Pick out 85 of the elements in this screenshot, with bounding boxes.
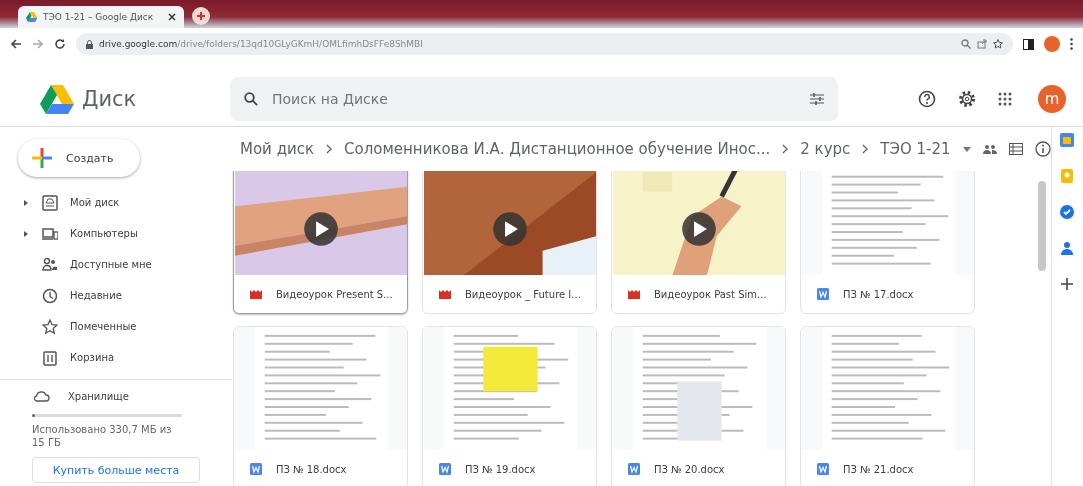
people-icon[interactable] <box>982 144 997 154</box>
clock-icon <box>42 287 58 304</box>
filter-icon[interactable] <box>810 92 824 106</box>
sidebar-item[interactable]: Доступные мне <box>0 249 230 280</box>
sidebar-item[interactable]: Помеченные <box>0 311 230 342</box>
settings-icon[interactable] <box>958 90 976 108</box>
file-name: Видеоурок Past Sim... <box>654 288 767 300</box>
lock-icon <box>86 39 93 49</box>
file-card[interactable]: ПЗ № 21.docx <box>800 326 975 486</box>
back-icon[interactable] <box>10 38 22 50</box>
expand-arrow-icon[interactable] <box>24 230 28 237</box>
chevron-icon <box>782 144 789 154</box>
file-name: ПЗ № 17.docx <box>843 288 914 300</box>
breadcrumb[interactable]: ТЭО 1-21 <box>880 140 951 158</box>
expand-arrow-icon[interactable] <box>24 199 28 206</box>
storage-label: Хранилище <box>68 390 129 402</box>
word-file-icon <box>439 463 451 476</box>
browser-tab[interactable]: ТЭО 1-21 – Google Диск <box>18 6 184 28</box>
file-name: ПЗ № 21.docx <box>843 463 914 475</box>
list-view-icon[interactable] <box>1008 143 1023 155</box>
search-field[interactable]: Поиск на Диске <box>230 77 838 121</box>
file-name: ПЗ № 18.docx <box>276 463 347 475</box>
drive-logo-icon <box>40 84 74 114</box>
app-name: Диск <box>82 87 137 111</box>
drive-icon <box>42 194 58 211</box>
apps-icon[interactable] <box>998 92 1012 106</box>
buy-storage-button[interactable]: Купить больше места <box>32 457 200 483</box>
chevron-icon <box>326 144 333 154</box>
word-file-icon <box>250 463 262 476</box>
sidebar-item[interactable]: Корзина <box>0 342 230 373</box>
url-text: drive.google.com/drive/folders/13qd10GLyGKmH/OMLfimhDsFFe8ShMBI <box>99 39 423 49</box>
file-card[interactable]: ПЗ № 19.docx <box>422 326 597 486</box>
star-icon[interactable] <box>993 39 1003 49</box>
search-icon <box>244 92 258 106</box>
breadcrumb[interactable]: Соломенникова И.А. Дистанционное обучение Инос... <box>344 140 771 158</box>
file-card[interactable]: ПЗ № 17.docx <box>800 171 975 314</box>
reload-icon[interactable] <box>54 38 66 50</box>
file-name: ПЗ № 20.docx <box>654 463 725 475</box>
drive-logo-icon <box>26 12 37 22</box>
info-icon[interactable] <box>1034 141 1051 157</box>
trash-icon <box>42 349 58 366</box>
tasks-icon[interactable] <box>1060 205 1075 219</box>
breadcrumb[interactable]: 2 курс <box>800 140 851 158</box>
share-icon[interactable] <box>977 39 987 49</box>
sidebar-item[interactable]: Компьютеры <box>0 218 230 249</box>
create-button[interactable]: Создать <box>18 139 140 177</box>
sidebar-item[interactable]: Мой диск <box>0 187 230 218</box>
word-file-icon <box>817 463 829 476</box>
file-card[interactable]: ПЗ № 20.docx <box>611 326 786 486</box>
file-name: ПЗ № 19.docx <box>465 463 536 475</box>
plus-icon <box>32 148 52 168</box>
chevron-icon <box>862 144 869 154</box>
file-card[interactable]: Видеоурок _ Future I... <box>422 171 597 314</box>
search-input[interactable]: Поиск на Диске <box>270 90 798 108</box>
file-card[interactable]: Видеоурок Present S... <box>233 171 408 314</box>
cloud-icon <box>32 390 50 402</box>
address-bar[interactable]: drive.google.com/drive/folders/13qd10GLyGKmH/OMLfimhDsFFe8ShMBI <box>76 33 1013 55</box>
zoom-icon[interactable] <box>961 39 971 49</box>
star-icon <box>42 318 58 335</box>
scrollbar[interactable] <box>1037 181 1046 271</box>
sidebar-item[interactable]: Недавние <box>0 280 230 311</box>
video-file-icon <box>250 289 262 300</box>
video-file-icon <box>439 289 451 300</box>
word-file-icon <box>817 288 829 301</box>
computer-icon <box>42 225 58 242</box>
file-name: Видеоурок Present S... <box>276 288 393 300</box>
add-icon[interactable] <box>1060 277 1075 291</box>
help-icon[interactable] <box>918 90 936 108</box>
profile-avatar[interactable] <box>1044 36 1060 52</box>
video-file-icon <box>628 289 640 300</box>
plus-icon <box>196 11 206 21</box>
storage-usage: Использовано 330,7 МБ из 15 ГБ <box>32 423 173 449</box>
file-name: Видеоурок _ Future I... <box>465 288 581 300</box>
more-icon[interactable] <box>1070 38 1073 50</box>
breadcrumb[interactable]: Мой диск <box>240 140 315 158</box>
close-icon[interactable] <box>168 13 176 21</box>
new-tab-button[interactable] <box>192 7 210 25</box>
people-icon <box>42 256 58 273</box>
calendar-icon[interactable] <box>1060 133 1075 147</box>
word-file-icon <box>628 463 640 476</box>
side-panel-icon[interactable] <box>1023 38 1034 50</box>
contacts-icon[interactable] <box>1061 241 1074 255</box>
file-card[interactable]: Видеоурок Past Sim... <box>611 171 786 314</box>
caret-icon[interactable] <box>962 146 971 152</box>
file-card[interactable]: ПЗ № 18.docx <box>233 326 408 486</box>
